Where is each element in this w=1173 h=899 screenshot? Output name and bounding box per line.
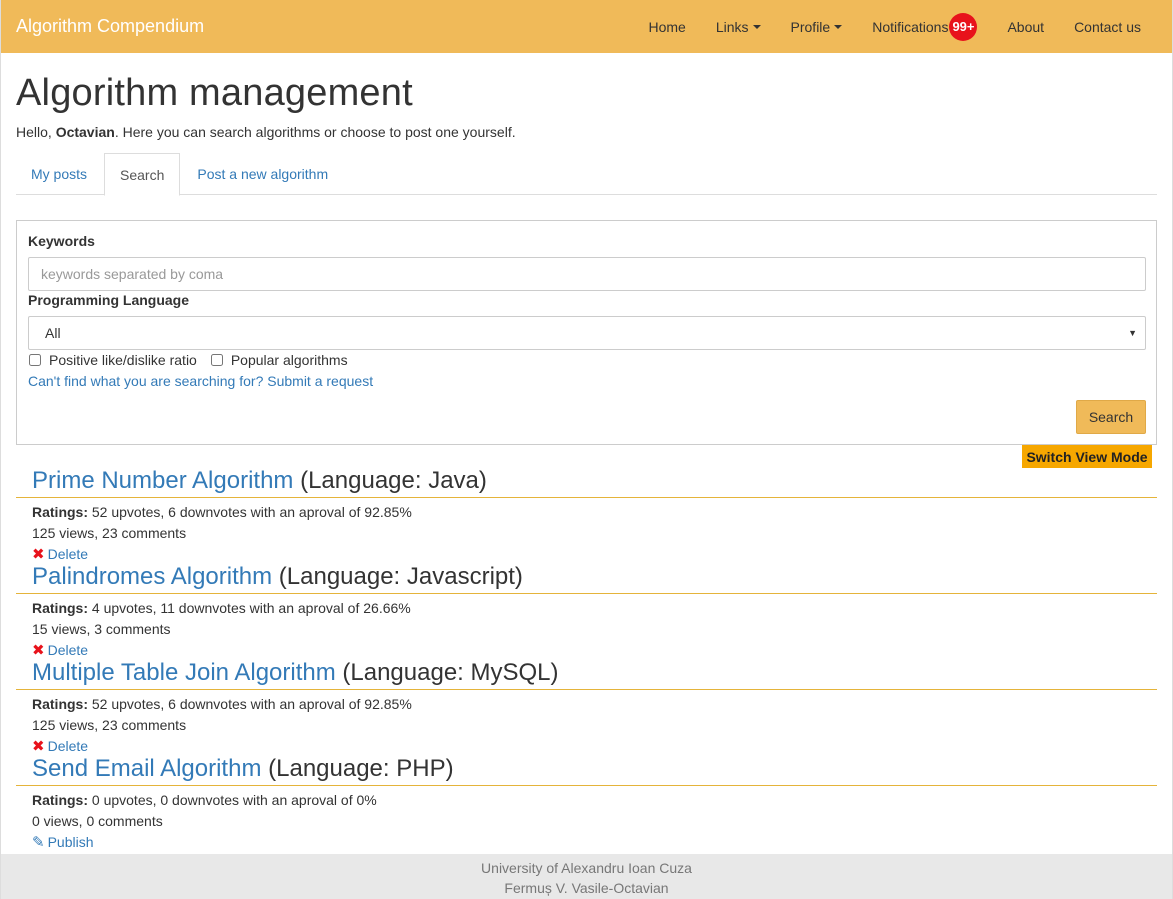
nav-notifications[interactable]: Notifications 99+ bbox=[857, 0, 992, 53]
delete-label: Delete bbox=[47, 738, 89, 754]
nav-home-label: Home bbox=[648, 18, 686, 35]
remove-icon: ✖ bbox=[32, 642, 45, 659]
user-name: Octavian bbox=[55, 124, 115, 140]
popular-checkbox[interactable] bbox=[210, 354, 223, 366]
result-language: (Language: Java) bbox=[300, 467, 487, 494]
result-ratings: Ratings: 52 upvotes, 6 downvotes with an… bbox=[16, 694, 1157, 715]
nav-profile-dropdown[interactable]: Profile bbox=[776, 0, 858, 53]
result-title-link[interactable]: Prime Number Algorithm bbox=[32, 467, 293, 494]
result-language: (Language: PHP) bbox=[268, 755, 454, 782]
result-title-link[interactable]: Multiple Table Join Algorithm bbox=[32, 659, 336, 686]
result-language: (Language: MySQL) bbox=[342, 659, 559, 686]
footer: University of Alexandru Ioan Cuza Fermuș… bbox=[1, 854, 1172, 899]
positive-ratio-checkbox[interactable] bbox=[29, 354, 41, 366]
nav-menu: Home Links Profile Notifications 99+ Abou… bbox=[633, 0, 1172, 53]
remove-icon: ✖ bbox=[32, 738, 45, 755]
submit-request-link[interactable]: Can't find what you are searching for? S… bbox=[28, 373, 373, 389]
result-item: Prime Number Algorithm (Language: Java) … bbox=[16, 466, 1157, 565]
nav-home[interactable]: Home bbox=[633, 0, 700, 53]
result-title-link[interactable]: Palindromes Algorithm bbox=[32, 563, 272, 590]
brand-link[interactable]: Algorithm Compendium bbox=[1, 16, 204, 37]
popular-option[interactable]: Popular algorithms bbox=[210, 352, 348, 368]
nav-notifications-label: Notifications bbox=[872, 18, 949, 35]
ratings-value: 52 upvotes, 6 downvotes with an aproval … bbox=[91, 696, 412, 712]
remove-icon: ✖ bbox=[32, 546, 45, 563]
search-panel: Keywords Programming Language All ▼ Posi… bbox=[16, 220, 1157, 445]
result-stats: 15 views, 3 comments bbox=[32, 621, 171, 637]
footer-author: Fermuș V. Vasile-Octavian bbox=[504, 880, 669, 896]
nav-contact[interactable]: Contact us bbox=[1059, 0, 1156, 53]
publish-button[interactable]: ✎ Publish bbox=[16, 832, 1157, 853]
result-ratings: Ratings: 4 upvotes, 11 downvotes with an… bbox=[16, 598, 1157, 619]
result-stats: 125 views, 23 comments bbox=[32, 525, 187, 541]
result-language: (Language: Javascript) bbox=[278, 563, 523, 590]
tab-bar: My posts Search Post a new algorithm bbox=[16, 153, 1157, 196]
nav-contact-label: Contact us bbox=[1074, 18, 1141, 35]
nav-profile-label: Profile bbox=[790, 18, 831, 35]
greeting-prefix: Hello, bbox=[16, 124, 56, 140]
ratings-value: 52 upvotes, 6 downvotes with an aproval … bbox=[91, 504, 412, 520]
result-heading: Palindromes Algorithm (Language: Javascr… bbox=[16, 562, 1157, 594]
result-ratings: Ratings: 0 upvotes, 0 downvotes with an … bbox=[16, 790, 1157, 811]
result-heading: Multiple Table Join Algorithm (Language:… bbox=[16, 658, 1157, 690]
result-heading: Send Email Algorithm (Language: PHP) bbox=[16, 754, 1157, 786]
result-item: Palindromes Algorithm (Language: Javascr… bbox=[16, 562, 1157, 661]
greeting-suffix: . Here you can search algorithms or choo… bbox=[114, 124, 516, 140]
ratings-label: Ratings: bbox=[32, 792, 88, 808]
ratings-label: Ratings: bbox=[32, 504, 88, 520]
positive-ratio-label: Positive like/dislike ratio bbox=[49, 352, 197, 368]
positive-ratio-option[interactable]: Positive like/dislike ratio bbox=[28, 352, 197, 368]
keywords-input[interactable] bbox=[28, 257, 1146, 291]
caret-down-icon bbox=[834, 24, 843, 29]
nav-links-dropdown[interactable]: Links bbox=[701, 0, 776, 53]
nav-about[interactable]: About bbox=[992, 0, 1059, 53]
language-select[interactable]: All ▼ bbox=[28, 316, 1146, 350]
tab-search[interactable]: Search bbox=[104, 153, 181, 196]
ratings-label: Ratings: bbox=[32, 600, 88, 616]
result-stats: 0 views, 0 comments bbox=[32, 813, 163, 829]
navbar: Algorithm Compendium Home Links Profile … bbox=[1, 0, 1172, 53]
delete-label: Delete bbox=[47, 642, 89, 658]
delete-label: Delete bbox=[47, 546, 89, 562]
search-button[interactable]: Search bbox=[1076, 400, 1146, 434]
filter-checkboxes: Positive like/dislike ratio Popular algo… bbox=[28, 352, 361, 368]
tab-post-new[interactable]: Post a new algorithm bbox=[182, 153, 343, 195]
nav-about-label: About bbox=[1007, 18, 1045, 35]
ratings-label: Ratings: bbox=[32, 696, 88, 712]
caret-down-icon bbox=[752, 24, 761, 29]
intro-text: Hello, Octavian. Here you can search alg… bbox=[16, 124, 516, 140]
result-item: Multiple Table Join Algorithm (Language:… bbox=[16, 658, 1157, 757]
tab-my-posts[interactable]: My posts bbox=[16, 153, 102, 195]
keywords-label: Keywords bbox=[28, 233, 95, 249]
result-item: Send Email Algorithm (Language: PHP) Rat… bbox=[16, 754, 1157, 853]
footer-university: University of Alexandru Ioan Cuza bbox=[481, 860, 692, 876]
dropdown-arrow-icon: ▼ bbox=[1128, 328, 1137, 338]
ratings-value: 0 upvotes, 0 downvotes with an aproval o… bbox=[91, 792, 377, 808]
result-ratings: Ratings: 52 upvotes, 6 downvotes with an… bbox=[16, 502, 1157, 523]
notification-badge: 99+ bbox=[949, 12, 978, 41]
result-heading: Prime Number Algorithm (Language: Java) bbox=[16, 466, 1157, 498]
result-stats: 125 views, 23 comments bbox=[32, 717, 187, 733]
pencil-icon: ✎ bbox=[32, 834, 45, 851]
popular-label: Popular algorithms bbox=[230, 352, 348, 368]
language-select-value: All bbox=[45, 325, 61, 341]
ratings-value: 4 upvotes, 11 downvotes with an aproval … bbox=[91, 600, 411, 616]
publish-label: Publish bbox=[47, 834, 94, 850]
result-title-link[interactable]: Send Email Algorithm bbox=[32, 755, 261, 782]
switch-view-button[interactable]: Switch View Mode bbox=[1022, 445, 1152, 468]
language-label: Programming Language bbox=[28, 292, 190, 308]
nav-links-label: Links bbox=[715, 18, 749, 35]
page-title: Algorithm management bbox=[16, 72, 413, 114]
